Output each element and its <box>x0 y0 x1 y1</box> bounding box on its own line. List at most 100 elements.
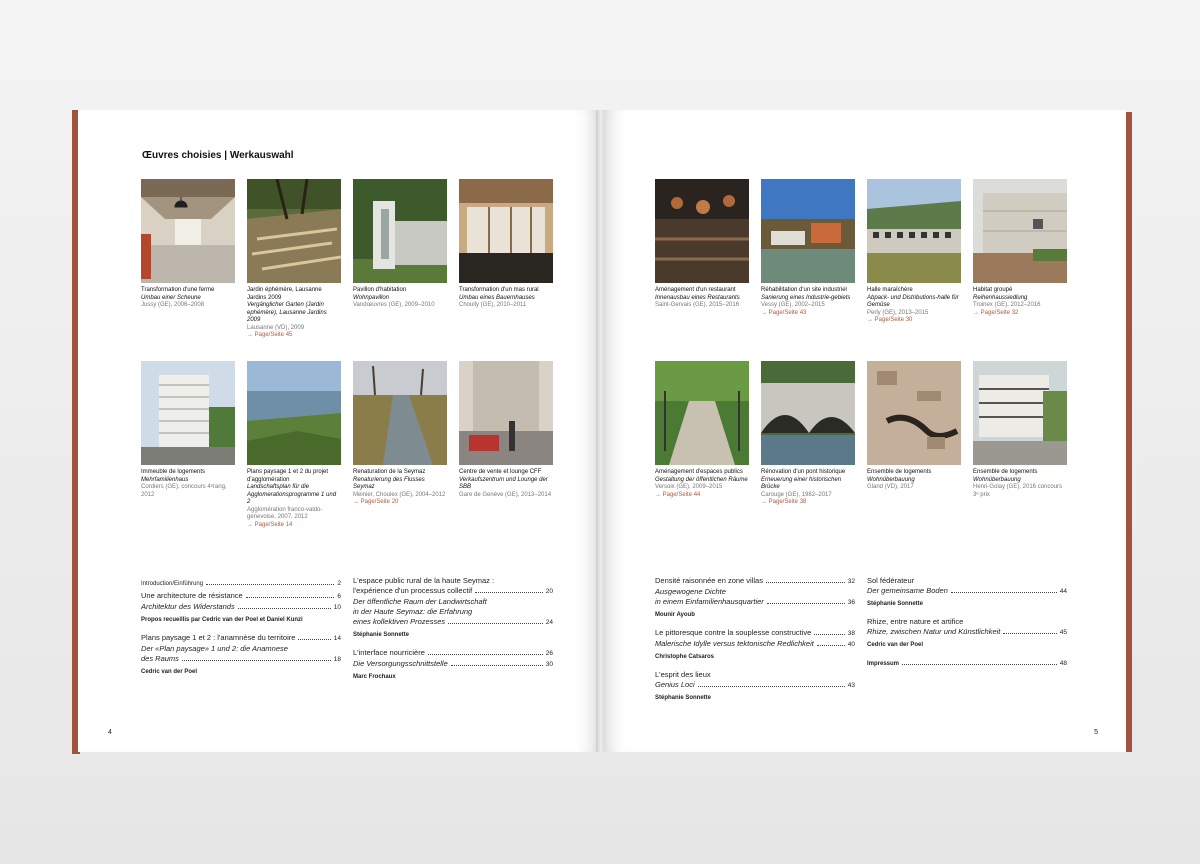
toc-entry[interactable]: Malerische Idylle versus tektonische Red… <box>655 639 855 650</box>
toc-entry[interactable]: Le pittoresque contre la souplesse const… <box>655 628 855 639</box>
toc-entry[interactable]: Introduction/Einführung 2 <box>141 578 341 589</box>
toc-subtitle: Der «Plan paysage» 1 und 2: die Anamnese <box>141 644 288 653</box>
photo-industrial-site <box>761 179 855 283</box>
toc-author: Marc Frochaux <box>353 674 396 680</box>
toc-column: Sol fédérateur Der gemeinsame Boden 44 St… <box>867 576 1067 669</box>
toc-entry[interactable]: Architektur des Widerstands 10 <box>141 602 341 613</box>
project-title-de: Abpack- und Distributions-halle für Gemü… <box>867 294 959 309</box>
toc-column: Introduction/Einführung 2 Une architectur… <box>141 578 341 685</box>
project-card: Transformation d'un mas rural Umbau eines… <box>459 179 553 310</box>
photo-pavilion <box>353 179 447 283</box>
project-title-de: Wohnüberbauung <box>973 476 1021 483</box>
toc-entry[interactable]: Genius Loci 43 <box>655 680 855 691</box>
project-title: Aménagement d'un restaurant <box>655 287 736 293</box>
book-spread: Œuvres choisies | Werkauswahl Transforma… <box>72 110 1132 754</box>
photo-restaurant <box>655 179 749 283</box>
photo-farmhouse-interior <box>459 179 553 283</box>
project-title-de: Erneuerung einer historischen Brücke <box>761 476 842 491</box>
toc-author: Mounir Ayoub <box>655 612 695 618</box>
project-title: Jardin éphémère, Lausanne Jardins 2009 <box>247 287 322 301</box>
toc-entry[interactable]: des Raums 18 <box>141 654 341 665</box>
project-card: Réhabilitation d'un site industriel Sanie… <box>761 179 855 317</box>
project-title-de: Renaturierung des Flusses Seymaz <box>353 476 425 491</box>
page-ref-link[interactable]: → Page/Seite 45 <box>247 332 341 340</box>
page-number: 5 <box>1094 729 1098 736</box>
toc-author: Cedric van der Poel <box>141 669 198 675</box>
project-title-de: Wohnüberbauung <box>867 476 915 483</box>
project-title: Halle maraîchère <box>867 287 913 293</box>
photo-apartment-building <box>141 361 235 465</box>
toc-subtitle: Der öffentliche Raum der Landwirtschaft <box>353 597 487 606</box>
toc-title-line: L'esprit des lieux <box>655 670 711 679</box>
page-ref-link[interactable]: → Page/Seite 30 <box>867 317 961 325</box>
toc-author: Stéphanie Sonnette <box>867 601 924 607</box>
project-card: Rénovation d'un pont historique Erneuerun… <box>761 361 855 507</box>
project-card: Habitat groupé Reihenhaussiedlung Troinex … <box>973 179 1067 317</box>
project-meta: Jussy (GE), 2006–2008 <box>141 302 205 308</box>
project-title: Immeuble de logements <box>141 469 206 475</box>
project-card: Transformation d'une ferme Umbau einer Sc… <box>141 179 235 310</box>
toc-title-line: L'espace public rural de la haute Seymaz… <box>353 576 495 585</box>
photo-historic-bridge <box>761 361 855 465</box>
project-title: Ensemble de logements <box>973 469 1038 475</box>
project-meta: Meinier, Choulex (GE), 2004–2012 <box>353 491 446 498</box>
photo-market-hall <box>867 179 961 283</box>
project-card: Immeuble de logements Mehrfamilienhaus Cor… <box>141 361 235 499</box>
page-title: Œuvres choisies | Werkauswahl <box>142 150 294 161</box>
project-meta: Agglomération franco-valdo-genevoise, 20… <box>247 506 323 521</box>
project-card: Aménagement d'espaces publics Gestaltung … <box>655 361 749 499</box>
page-ref-link[interactable]: → Page/Seite 20 <box>353 499 447 507</box>
page-ref-link[interactable]: → Page/Seite 44 <box>655 492 749 500</box>
toc-column: L'espace public rural de la haute Seymaz… <box>353 576 553 690</box>
photo-site-model <box>867 361 961 465</box>
project-card: Halle maraîchère Abpack- und Distribution… <box>867 179 961 325</box>
page-number: 4 <box>108 729 112 736</box>
project-meta: Gare de Genève (GE), 2013–2014 <box>459 491 552 498</box>
project-title: Réhabilitation d'un site industriel <box>761 287 847 293</box>
project-card: Pavillon d'habitation Wohnpavillon Vandœuv… <box>353 179 447 310</box>
project-title-de: Umbau einer Scheune <box>141 294 201 301</box>
project-meta: Cordiers (GE), concours 4ᵉrang, 2012 <box>141 484 227 498</box>
project-title-de: Mehrfamilienhaus <box>141 476 189 483</box>
photo-barn-interior <box>141 179 235 283</box>
toc-author: Stéphanie Sonnette <box>353 632 410 638</box>
page-ref-link[interactable]: → Page/Seite 43 <box>761 310 855 318</box>
toc-entry[interactable]: Plans paysage 1 et 2 : l'anamnèse du ter… <box>141 633 341 644</box>
toc-entry[interactable]: l'expérience d'un processus collectif 20 <box>353 586 553 597</box>
toc-entry[interactable]: eines kollektiven Prozesses 24 <box>353 617 553 628</box>
toc-entry[interactable]: Une architecture de résistance 6 <box>141 591 341 602</box>
toc-entry[interactable]: Rhize, zwischen Natur und Künstlichkeit 4… <box>867 627 1067 638</box>
project-meta: Choully (GE), 2010–2011 <box>459 302 527 308</box>
project-title: Renaturation de la Seymaz <box>353 469 426 475</box>
project-title-de: Vergänglicher Garten (Jardin ephémère), … <box>247 302 327 323</box>
photo-sales-center <box>459 361 553 465</box>
toc-subtitle: in der Haute Seymaz: die Erfahrung <box>353 607 473 616</box>
project-meta: Perly (GE), 2013–2015 <box>867 309 929 316</box>
photo-housing-ensemble <box>973 361 1067 465</box>
toc-entry[interactable]: L'interface nourricière 26 <box>353 648 553 659</box>
toc-entry[interactable]: Der gemeinsame Boden 44 <box>867 586 1067 597</box>
toc-entry[interactable]: Impressum 48 <box>867 658 1067 669</box>
page-ref-link[interactable]: → Page/Seite 38 <box>761 499 855 507</box>
project-title-de: Verkaufszentrum und Lounge der SBB <box>459 476 548 491</box>
toc-entry[interactable]: Die Versorgungsschnittstelle 30 <box>353 659 553 670</box>
project-meta: Saint-Gervais (GE), 2015–2016 <box>655 302 740 308</box>
toc-title-line: Rhize, entre nature et artifice <box>867 617 964 626</box>
project-title-de: Innenausbau eines Restaurants <box>655 294 740 301</box>
page-ref-link[interactable]: → Page/Seite 14 <box>247 522 341 530</box>
project-title: Transformation d'un mas rural <box>459 287 539 293</box>
page-ref-link[interactable]: → Page/Seite 32 <box>973 310 1067 318</box>
toc-entry[interactable]: in einem Einfamilienhausquartier 36 <box>655 597 855 608</box>
project-title-de: Gestaltung der öffentlichen Räume <box>655 476 748 483</box>
project-card: Ensemble de logements Wohnüberbauung Gland… <box>867 361 961 492</box>
toc-author: Stéphanie Sonnette <box>655 695 712 701</box>
project-title: Transformation d'une ferme <box>141 287 215 293</box>
photo-garden-forest <box>247 179 341 283</box>
project-title: Habitat groupé <box>973 287 1013 293</box>
toc-author: Christophe Catsaros <box>655 654 715 660</box>
project-title: Ensemble de logements <box>867 469 932 475</box>
project-meta: Lausanne (VD), 2009 <box>247 324 305 331</box>
toc-author: Cedric van der Poel <box>867 642 924 648</box>
project-card: Jardin éphémère, Lausanne Jardins 2009 Ve… <box>247 179 341 340</box>
toc-entry[interactable]: Densité raisonnée en zone villas 32 <box>655 576 855 587</box>
